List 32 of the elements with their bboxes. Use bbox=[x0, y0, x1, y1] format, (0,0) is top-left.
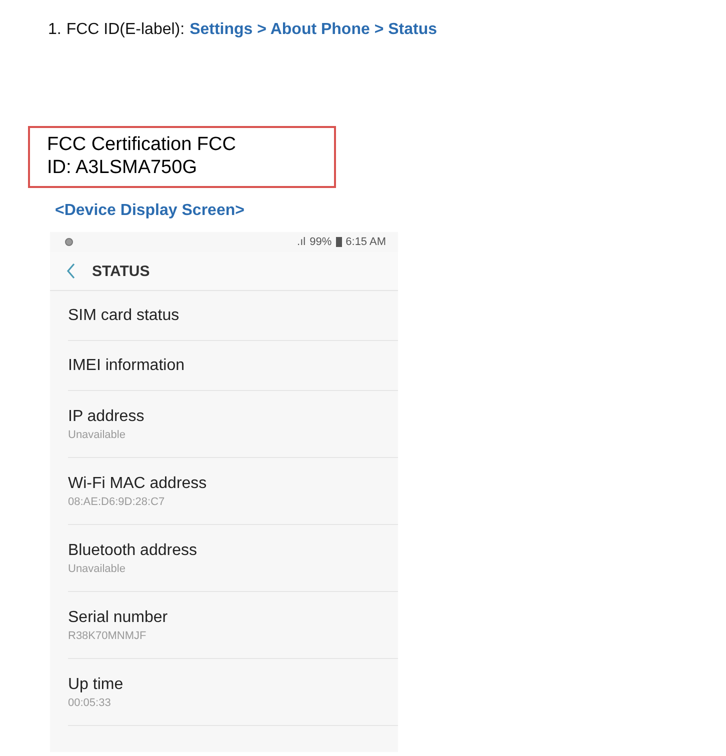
item-title: SIM card status bbox=[68, 306, 180, 324]
certification-text: ID: A3LSMA750G bbox=[47, 156, 198, 179]
item-value: Unavailable bbox=[68, 428, 126, 440]
list-number: 1. bbox=[48, 21, 62, 39]
signal-indicator: .ıl bbox=[297, 236, 306, 248]
back-icon[interactable] bbox=[66, 263, 76, 279]
settings-item[interactable]: SIM card status bbox=[68, 291, 398, 341]
item-title: Wi-Fi MAC address bbox=[68, 474, 208, 492]
settings-item[interactable]: Serial number R38K70MNMJF bbox=[68, 592, 398, 659]
item-value: R38K70MNMJF bbox=[68, 630, 148, 642]
settings-path: Settings > About Phone > Status bbox=[190, 21, 438, 39]
item-title: Up time bbox=[68, 676, 124, 694]
settings-item[interactable]: Wi-Fi MAC address 08:AE:D6:9D:28:C7 bbox=[68, 458, 398, 525]
settings-item[interactable]: Up time 00:05:33 bbox=[68, 659, 398, 726]
item-title: Serial number bbox=[68, 608, 169, 626]
notification-dot-icon bbox=[65, 238, 73, 246]
item-title: Bluetooth address bbox=[68, 542, 198, 560]
certification-text: FCC Certification FCC bbox=[47, 133, 237, 156]
item-value: 00:05:33 bbox=[68, 696, 112, 708]
screen-title: STATUS bbox=[92, 262, 150, 280]
instruction-label: FCC ID(E-label): bbox=[66, 21, 185, 39]
settings-item[interactable]: Bluetooth address Unavailable bbox=[68, 525, 398, 592]
battery-icon bbox=[336, 237, 342, 247]
item-title: IP address bbox=[68, 408, 146, 426]
item-value: 08:AE:D6:9D:28:C7 bbox=[68, 496, 166, 508]
battery-percent: 99% bbox=[310, 236, 332, 248]
settings-item[interactable]: IP address Unavailable bbox=[68, 391, 398, 458]
settings-item[interactable]: IMEI information bbox=[68, 341, 398, 391]
clock: 6:15 AM bbox=[346, 236, 386, 248]
item-value: Unavailable bbox=[68, 562, 126, 574]
caption: <Device Display Screen> bbox=[55, 202, 246, 220]
item-title: IMEI information bbox=[68, 356, 186, 374]
